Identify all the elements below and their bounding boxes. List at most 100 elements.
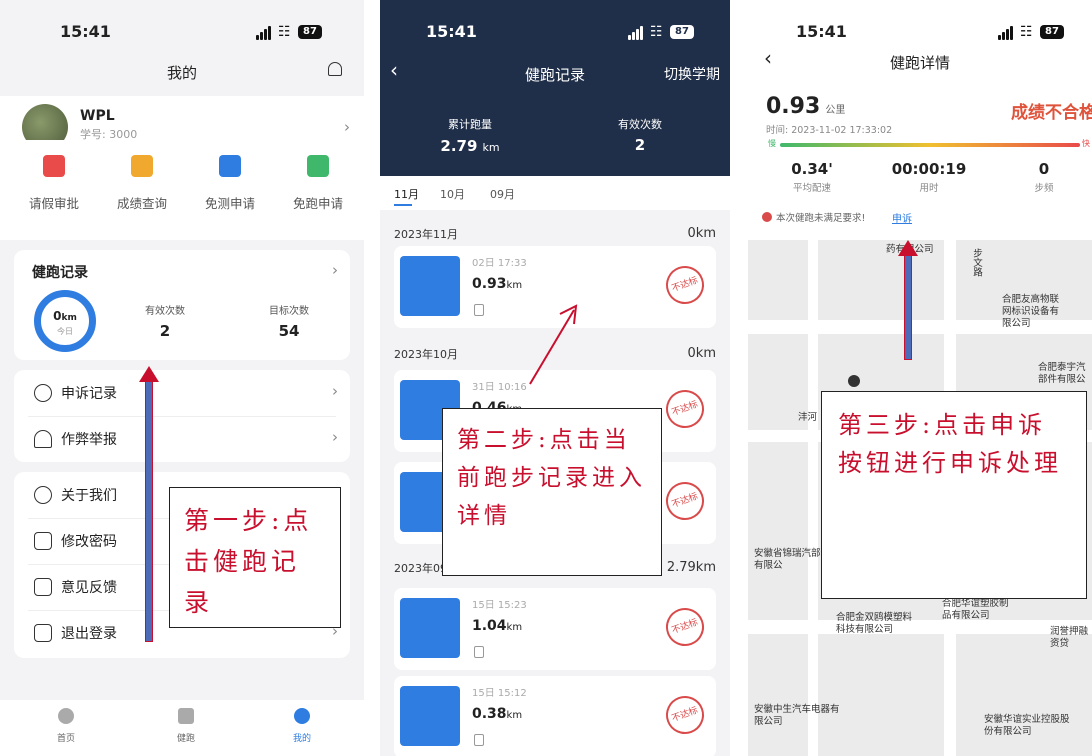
menu-group-records: 申诉记录 › 作弊举报 › xyxy=(14,370,350,462)
system-icons: ☷ 87 xyxy=(256,24,326,40)
fail-stamp: 不达标 xyxy=(660,602,710,652)
calendar-check-icon xyxy=(43,155,65,177)
chevron-right-icon: › xyxy=(332,382,338,400)
map-label: 合肥金双鸥模塑料科技有限公司 xyxy=(836,612,913,635)
map-label: 合肥华谊塑胶制品有限公司 xyxy=(942,598,1009,621)
edit-doc-icon xyxy=(307,155,329,177)
run-icon xyxy=(178,708,194,724)
annotation-arrow-head xyxy=(139,366,159,382)
document-icon xyxy=(474,646,484,658)
wifi-icon: ☷ xyxy=(278,24,291,40)
result-status: 成绩不合格 xyxy=(1011,103,1092,123)
total-distance-value: 2.79 xyxy=(440,137,478,155)
run-record-card[interactable]: 健跑记录 › 0km 今日 有效次数 2 目标次数 54 xyxy=(14,250,350,360)
step1-callout: 第一步:点击健跑记录 xyxy=(169,487,341,628)
map-label: 润誉押融资贷 xyxy=(1050,626,1089,649)
signal-icon xyxy=(998,35,1001,40)
lock-icon xyxy=(34,532,52,550)
avg-pace-label: 平均配速 xyxy=(792,183,831,194)
speed-slow-label: 慢 xyxy=(768,139,776,148)
ring-unit: km xyxy=(61,313,77,323)
switch-semester-button[interactable]: 切换学期 xyxy=(664,64,720,84)
map-poi-icon xyxy=(848,375,860,387)
page-title: 健跑详情 xyxy=(889,54,950,72)
phone-screen-run-records: 15:41 ☷ 87 ‹ 健跑记录 切换学期 累计跑量 2.79 km 有效次数… xyxy=(380,0,730,756)
status-bar: 15:41 ☷ 87 xyxy=(748,0,1092,60)
exempt-icon xyxy=(219,155,241,177)
quick-leave-approval[interactable]: 请假审批 xyxy=(14,155,94,212)
tab-profile[interactable]: 我的 xyxy=(272,708,332,744)
bell-icon[interactable] xyxy=(328,62,342,76)
month-tabs: 11月 10月 09月 xyxy=(380,176,730,210)
ring-caption: 今日 xyxy=(57,327,73,336)
fail-stamp: 不达标 xyxy=(660,690,710,740)
warning-text: 本次健跑未满足要求! xyxy=(776,213,866,224)
fail-stamp: 不达标 xyxy=(660,476,710,526)
map-label: 步文路 xyxy=(971,248,982,277)
wifi-icon: ☷ xyxy=(1020,24,1033,40)
run-datetime: 时间: 2023-11-02 17:33:02 xyxy=(766,125,893,136)
valid-count-label: 有效次数 xyxy=(618,118,662,131)
document-icon xyxy=(474,304,484,316)
quick-exempt-run[interactable]: 免跑申请 xyxy=(278,155,358,212)
chevron-right-icon: › xyxy=(332,261,338,279)
chevron-right-icon: › xyxy=(332,428,338,446)
step3-callout: 第三步:点击申诉按钮进行申诉处理 xyxy=(821,391,1087,599)
quick-grade-query[interactable]: 成绩查询 xyxy=(102,155,182,212)
month-header-nov: 2023年11月 0km xyxy=(394,226,716,241)
home-icon xyxy=(58,708,74,724)
fail-stamp: 不达标 xyxy=(660,384,710,434)
info-icon xyxy=(34,486,52,504)
grade-search-icon xyxy=(131,155,153,177)
user-name: WPL xyxy=(80,108,115,124)
tab-month-10[interactable]: 10月 xyxy=(440,186,465,202)
total-distance-unit: km xyxy=(482,141,500,154)
signal-icon xyxy=(628,35,631,40)
logout-icon xyxy=(34,624,52,642)
duration-label: 用时 xyxy=(919,183,939,194)
quick-exempt-test[interactable]: 免测申请 xyxy=(190,155,270,212)
clock-icon xyxy=(34,384,52,402)
menu-appeal-records[interactable]: 申诉记录 › xyxy=(14,370,350,416)
tab-home[interactable]: 首页 xyxy=(36,708,96,744)
tab-month-11[interactable]: 11月 xyxy=(394,186,419,202)
duration-value: 00:00:19 xyxy=(891,160,967,178)
battery-icon: 87 xyxy=(1040,25,1064,39)
app-logo-icon xyxy=(400,686,460,746)
tab-run[interactable]: 健跑 xyxy=(156,708,216,744)
alarm-icon xyxy=(34,430,52,448)
run-distance: 0.93 公里 xyxy=(766,94,845,119)
tab-month-09[interactable]: 09月 xyxy=(490,186,515,202)
quick-actions: 请假审批 成绩查询 免测申请 免跑申请 xyxy=(0,140,364,240)
status-time: 15:41 xyxy=(796,22,847,41)
annotation-arrow-shaft xyxy=(904,254,912,360)
speed-fast-label: 快 xyxy=(1082,139,1090,148)
avg-pace-value: 0.34' xyxy=(791,160,833,178)
status-bar: 15:41 ☷ 87 xyxy=(380,0,730,60)
feedback-icon xyxy=(34,578,52,596)
run-record-item[interactable]: 15日 15:23 1.04km 不达标 xyxy=(394,588,716,670)
run-record-item[interactable]: 15日 15:12 0.38km 不达标 xyxy=(394,676,716,756)
distance-value: 0.93 xyxy=(766,94,821,119)
status-bar: 15:41 ☷ 87 xyxy=(0,0,364,60)
warning-icon xyxy=(762,212,772,222)
appeal-link[interactable]: 申诉 xyxy=(892,210,912,225)
map-label: 安徽华谊实业控股股份有限公司 xyxy=(984,714,1070,737)
annotation-arrow-head xyxy=(898,240,918,256)
cadence-label: 步频 xyxy=(1034,183,1054,194)
menu-cheat-report[interactable]: 作弊举报 › xyxy=(14,416,350,462)
run-card-title: 健跑记录 xyxy=(32,265,88,281)
signal-icon xyxy=(256,35,259,40)
status-time: 15:41 xyxy=(60,22,111,41)
document-icon xyxy=(474,734,484,746)
annotation-arrow-shaft xyxy=(145,380,153,642)
fail-stamp: 不达标 xyxy=(660,260,710,310)
target-count-value: 54 xyxy=(278,322,300,340)
active-tab-indicator xyxy=(394,204,412,206)
map-label: 合肥友高物联网标识设备有限公司 xyxy=(1002,294,1060,329)
status-time: 15:41 xyxy=(426,22,477,41)
phone-screen-profile: 15:41 ☷ 87 我的 WPL 学号: 3000 › 请假审批 成绩查询 免… xyxy=(0,0,364,756)
wifi-icon: ☷ xyxy=(650,24,663,40)
system-icons: ☷ 87 xyxy=(628,24,698,40)
map-road xyxy=(748,620,1092,634)
